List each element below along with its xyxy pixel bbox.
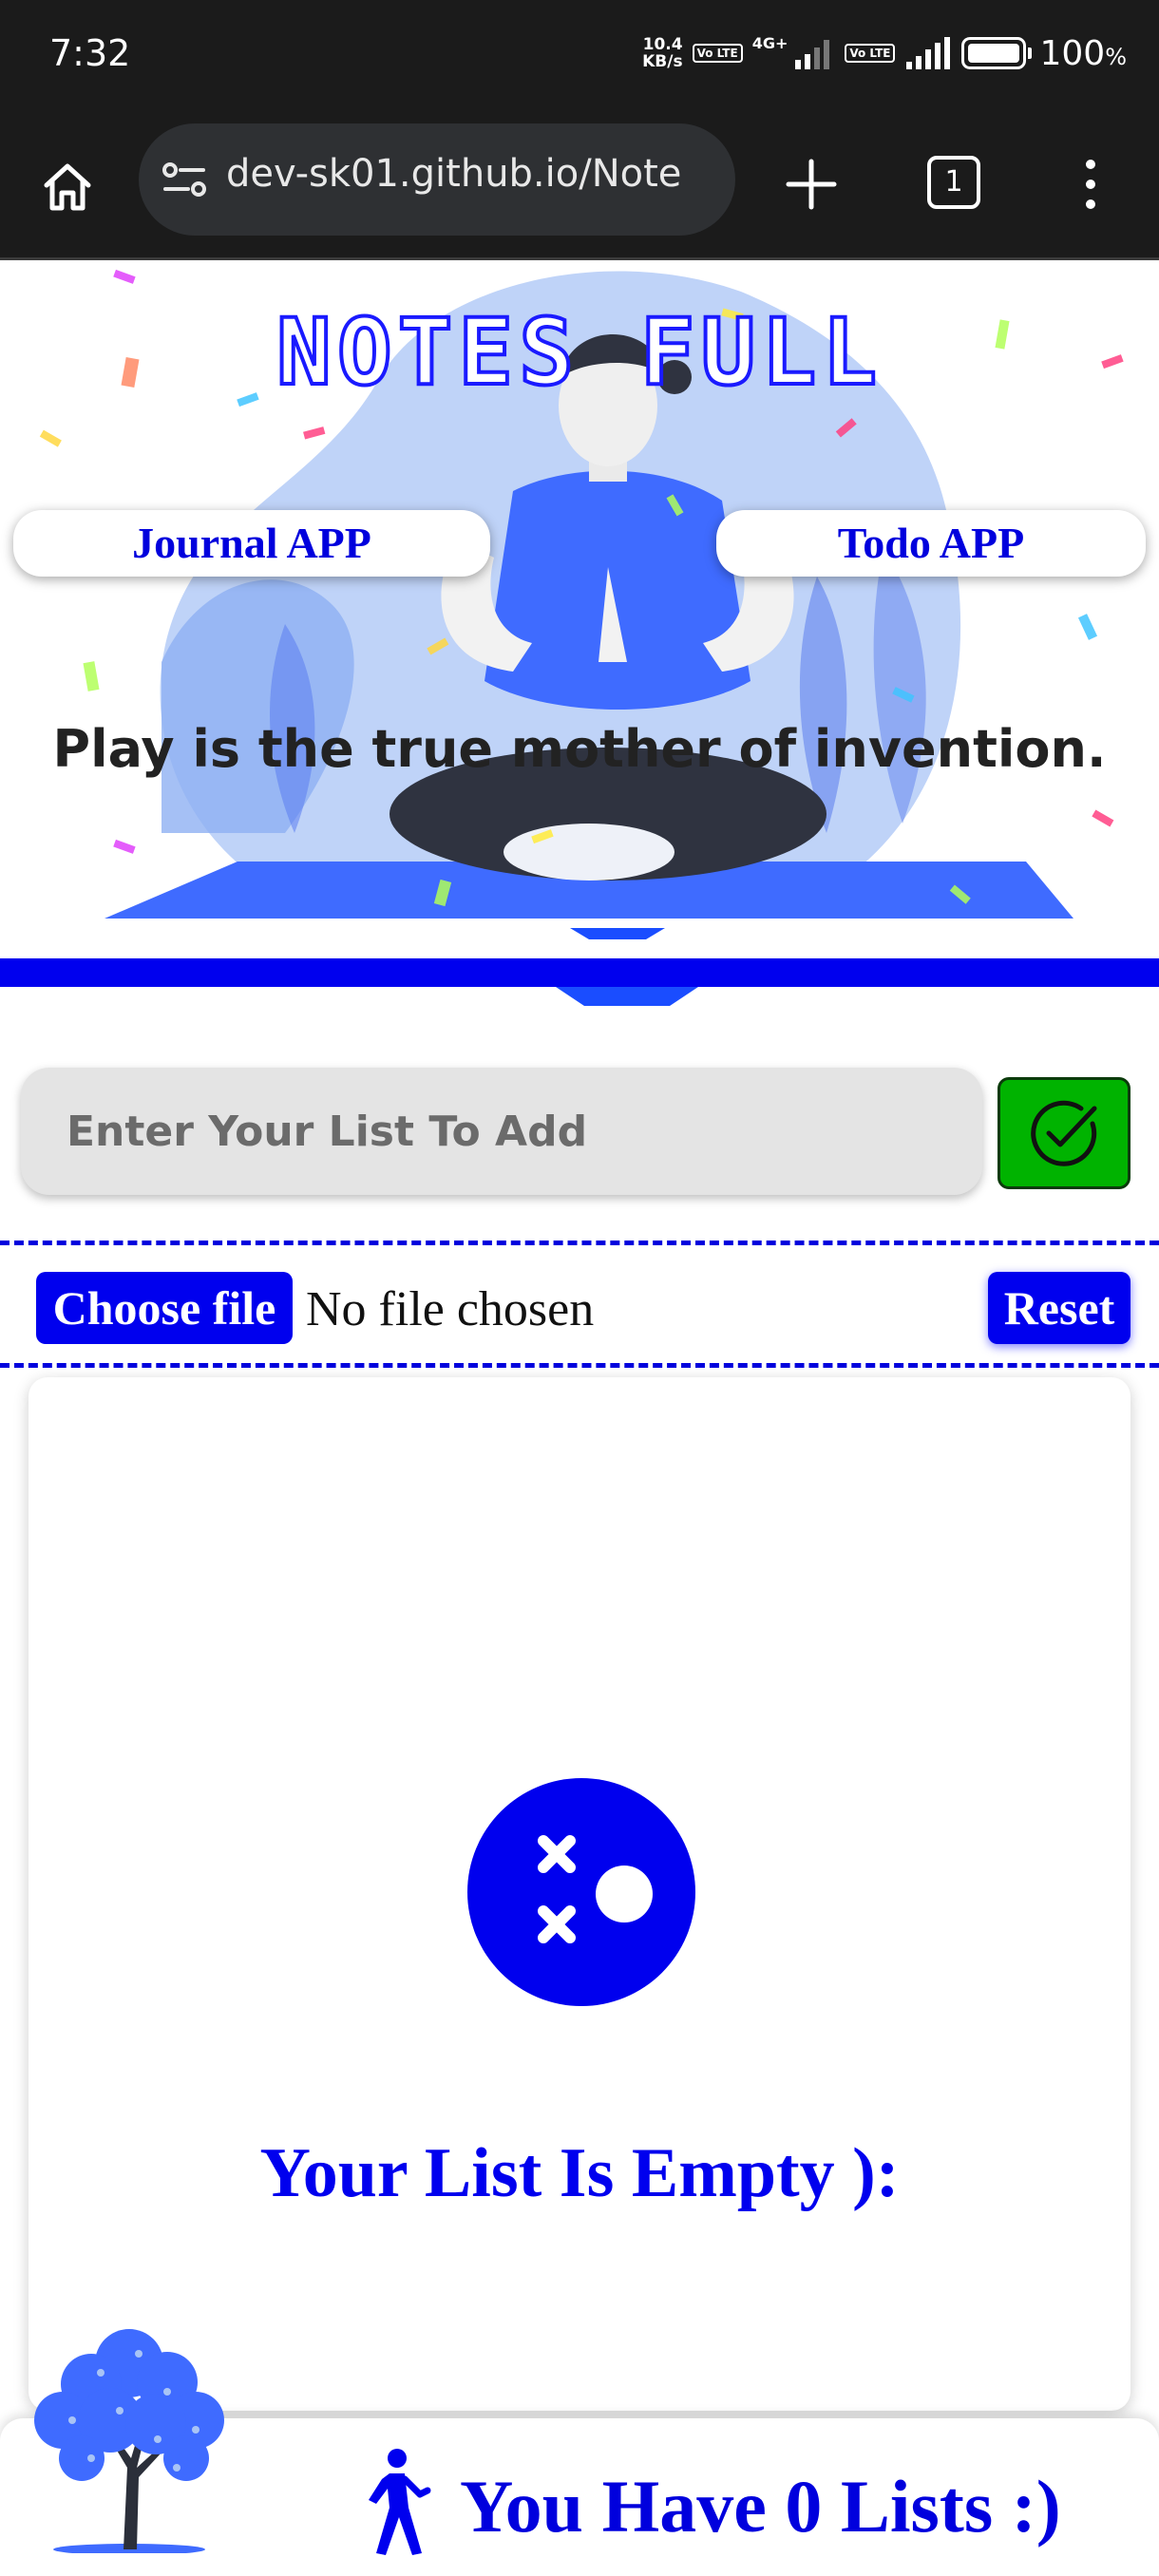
hero-section: NOTES FULL Journal APP Todo APP Play is … [0,263,1159,957]
file-status: No file chosen [306,1282,595,1336]
volte-badge-2: Vo LTE [845,44,896,63]
battery-percent: 100 [1039,33,1106,73]
reset-button[interactable]: Reset [988,1272,1130,1344]
signal-icon [795,40,830,69]
walking-person-icon [369,2449,431,2555]
url-text[interactable]: dev-sk01.github.io/Note [226,152,681,196]
hero-divider [0,958,1159,987]
battery-unit: % [1105,43,1127,70]
hero-divider-tab [556,987,698,1006]
list-count-text: You Have 0 Lists :) [460,2465,1061,2548]
new-tab-icon[interactable] [781,154,842,215]
list-container: Your List Is Empty ): [28,1377,1130,2411]
volte-badge: Vo LTE [692,44,743,63]
network-speed-unit: KB/s [642,52,683,71]
signal-icon-2 [906,37,951,69]
choose-file-button[interactable]: Choose file [36,1272,293,1344]
address-bar[interactable]: dev-sk01.github.io/Note [139,123,735,236]
browser-toolbar: dev-sk01.github.io/Note 1 [0,114,1159,260]
hero-quote: Play is the true mother of invention. [52,719,1107,779]
battery-icon: 100% [961,34,1127,73]
empty-list-message: Your List Is Empty ): [259,2134,900,2212]
status-bar: 7:32 10.4 KB/s Vo LTE 4G+ Vo LTE 100% [0,0,1159,114]
home-icon [44,163,91,211]
todo-app-button[interactable]: Todo APP [716,510,1146,577]
site-info-icon[interactable] [162,158,209,201]
network-speed: 10.4 KB/s [642,36,682,70]
file-upload-row: Choose file No file chosen Reset [0,1241,1159,1368]
home-button[interactable] [34,154,101,220]
status-time: 7:32 [49,32,131,74]
tabs-button[interactable]: 1 [927,156,980,209]
status-indicators: 10.4 KB/s Vo LTE 4G+ Vo LTE 100% [642,32,1127,74]
tree-illustration [34,2329,224,2553]
journal-app-button[interactable]: Journal APP [13,510,490,577]
check-circle-icon [1031,1100,1097,1166]
network-type: 4G+ [751,34,788,52]
network-speed-value: 10.4 [642,35,683,54]
app-title: NOTES FULL [275,297,883,407]
menu-icon[interactable] [1066,156,1115,213]
add-list-button[interactable] [998,1077,1130,1189]
empty-list-icon [467,1778,695,2006]
list-input[interactable] [21,1068,982,1195]
